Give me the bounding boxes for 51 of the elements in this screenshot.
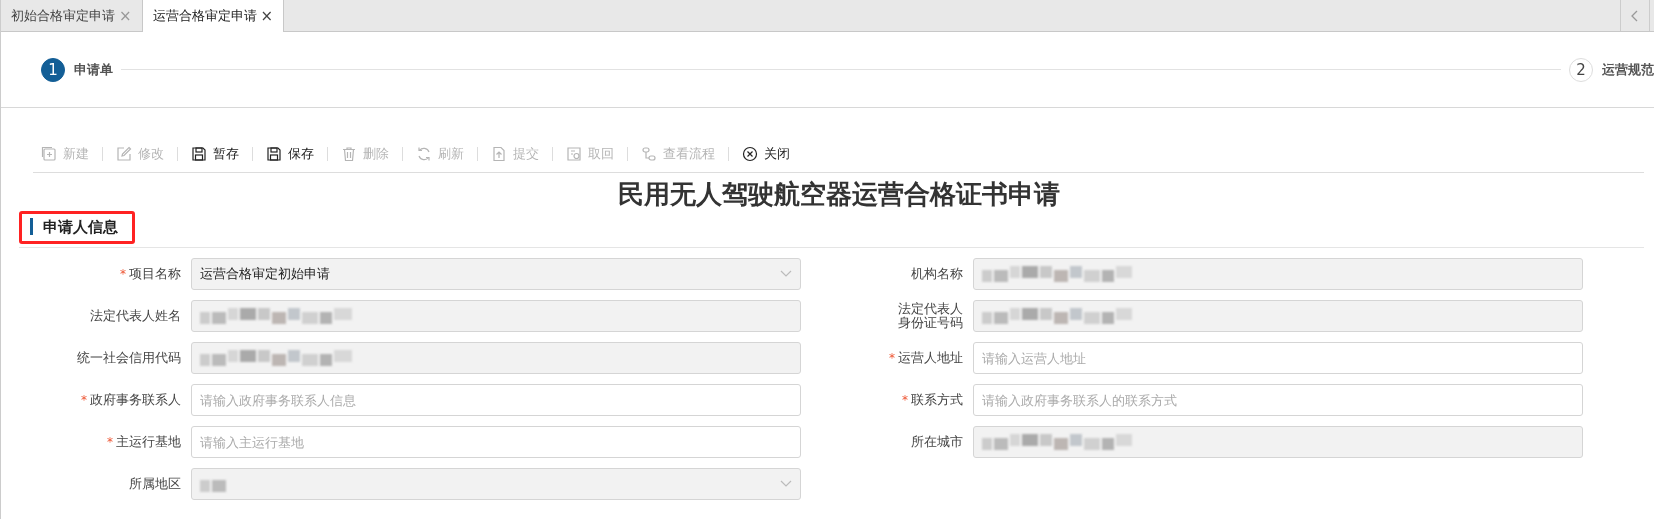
- section-heading: 申请人信息: [19, 211, 135, 244]
- readonly-field[interactable]: [191, 300, 801, 332]
- chevron-left-icon: [1631, 9, 1639, 22]
- field-label: 法定代表人姓名: [90, 309, 181, 323]
- upload-document-icon: [491, 146, 507, 162]
- required-asterisk: *: [107, 435, 113, 449]
- field-label: 运营人地址: [898, 351, 963, 365]
- field-label: 项目名称: [129, 267, 181, 281]
- form-title: 民用无人驾驶航空器运营合格证书申请: [616, 178, 1061, 211]
- field-label: 身份证号码: [898, 316, 963, 330]
- field-label: 所在城市: [911, 435, 963, 449]
- tab[interactable]: 初始合格审定申请 ×: [1, 0, 143, 31]
- chevron-down-icon: [780, 270, 792, 278]
- readonly-field[interactable]: [973, 300, 1583, 332]
- document-return-icon: [566, 146, 582, 162]
- select-field[interactable]: 运营合格审定初始申请: [191, 258, 801, 290]
- input-field[interactable]: 请输入主运行基地: [191, 426, 801, 458]
- field-label: 机构名称: [911, 267, 963, 281]
- input-field[interactable]: 请输入政府事务联系人的联系方式: [973, 384, 1583, 416]
- step-number: 1: [41, 57, 65, 82]
- input-field[interactable]: 请输入政府事务联系人信息: [191, 384, 801, 416]
- field-label: 所属地区: [129, 477, 181, 491]
- close-icon[interactable]: ×: [260, 7, 274, 25]
- required-asterisk: *: [120, 267, 126, 281]
- plus-square-icon: [41, 146, 57, 162]
- step-label[interactable]: 申请单: [74, 60, 113, 79]
- input-field[interactable]: 请输入运营人地址: [973, 342, 1583, 374]
- toolbar-button[interactable]: 暂存: [191, 145, 239, 163]
- chevron-down-icon: [780, 480, 792, 488]
- select-field[interactable]: [191, 468, 801, 500]
- field-label: 政府事务联系人: [90, 393, 181, 407]
- required-asterisk: *: [81, 393, 87, 407]
- readonly-field[interactable]: [973, 258, 1583, 290]
- trash-icon: [341, 146, 357, 162]
- field-label: 联系方式: [911, 393, 963, 407]
- readonly-field[interactable]: [973, 426, 1583, 458]
- refresh-icon: [416, 146, 432, 162]
- field-label: 主运行基地: [116, 435, 181, 449]
- scroll-left-button[interactable]: [1620, 0, 1650, 31]
- readonly-field[interactable]: [191, 342, 801, 374]
- toolbar-button[interactable]: 保存: [266, 145, 314, 163]
- required-asterisk: *: [902, 393, 908, 407]
- flow-icon: [641, 146, 657, 162]
- toolbar-button[interactable]: 关闭: [742, 145, 790, 163]
- field-label: 统一社会信用代码: [77, 351, 181, 365]
- step-label[interactable]: 运营规范: [1602, 60, 1654, 79]
- close-icon: [742, 146, 758, 162]
- tab[interactable]: 运营合格审定申请 ×: [142, 0, 285, 32]
- required-asterisk: *: [889, 351, 895, 365]
- pencil-icon: [116, 146, 132, 162]
- field-label: 法定代表人: [898, 302, 963, 316]
